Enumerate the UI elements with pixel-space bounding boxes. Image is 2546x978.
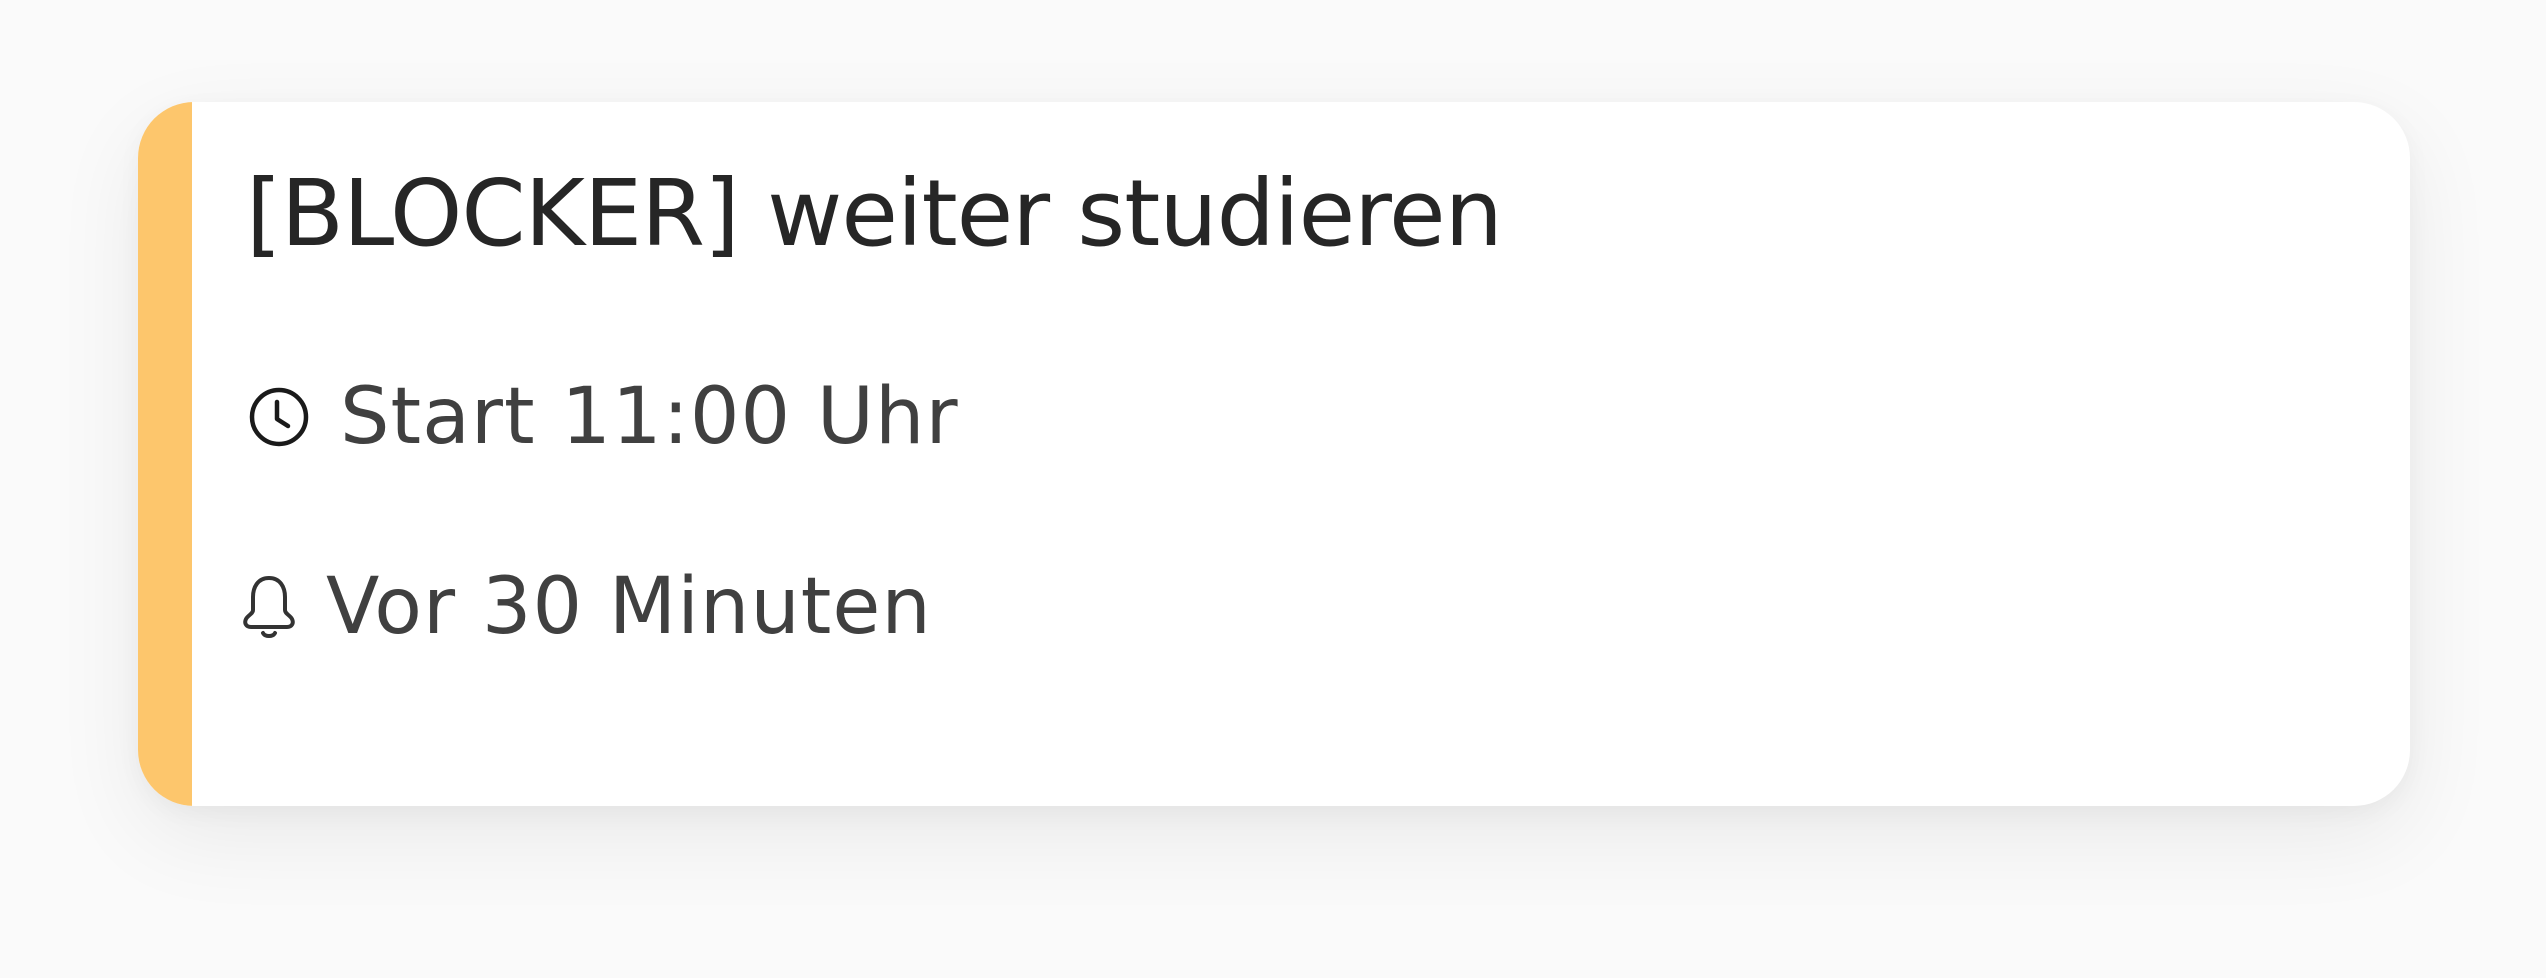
bell-icon — [240, 574, 298, 640]
event-title: [BLOCKER] weiter studieren — [246, 160, 1503, 267]
stage: [BLOCKER] weiter studieren Start 11:00 U… — [0, 0, 2546, 978]
event-color-bar — [138, 102, 192, 806]
event-reminder: Vor 30 Minuten — [326, 562, 932, 652]
event-card[interactable]: [BLOCKER] weiter studieren Start 11:00 U… — [138, 102, 2410, 806]
event-start-time: Start 11:00 Uhr — [340, 372, 959, 462]
event-reminder-row: Vor 30 Minuten — [240, 562, 932, 652]
clock-icon — [248, 386, 310, 448]
event-start-row: Start 11:00 Uhr — [248, 372, 959, 462]
